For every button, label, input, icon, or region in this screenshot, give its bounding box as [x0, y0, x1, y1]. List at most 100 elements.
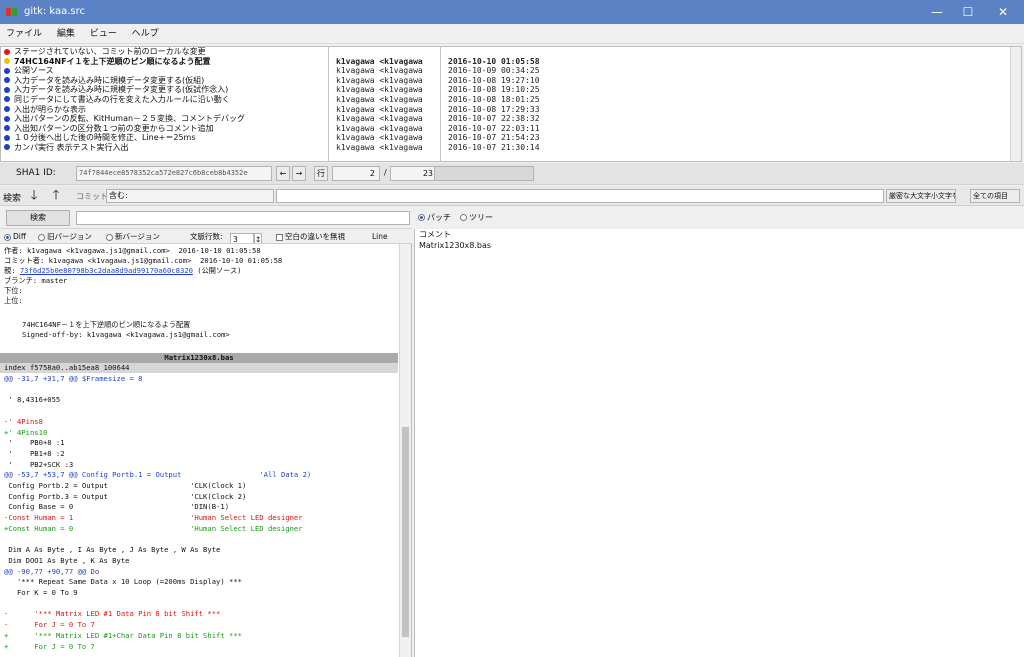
- diff-label: Diff: [13, 232, 27, 241]
- spin-arrows-icon[interactable]: ↕: [254, 233, 262, 243]
- file-list: コメント Matrix1230x8.bas: [414, 229, 1024, 657]
- diff-search-input[interactable]: [76, 211, 410, 225]
- window-title: gitk: kaa.src: [24, 6, 86, 17]
- parent-note: (公開ソース): [197, 266, 242, 275]
- commit-dot-icon: [4, 86, 10, 93]
- ignore-whitespace-label: 空白の違いを無視: [285, 232, 345, 241]
- search-button[interactable]: 検索: [6, 210, 70, 226]
- gitk-app-icon: [6, 8, 17, 16]
- diff-line: Dim A As Byte , I As Byte , J As Byte , …: [4, 545, 221, 555]
- commit-date: 2016-10-08 18:01:25: [448, 94, 540, 104]
- radio-icon: [4, 233, 11, 241]
- radio-icon: [460, 214, 467, 221]
- file-list-header: パッチ ツリー: [414, 207, 1024, 229]
- old-version-radio[interactable]: 旧バージョン: [38, 231, 92, 242]
- commit-list-scrollbar[interactable]: [1010, 47, 1021, 161]
- commit-date: 2016-10-08 19:27:10: [448, 75, 540, 85]
- menu-view[interactable]: ビュー: [84, 24, 123, 44]
- total-rows: 23: [390, 166, 438, 181]
- line-mode-select[interactable]: Line: [372, 231, 388, 242]
- commit-branch: ブランチ: master: [4, 276, 68, 285]
- diff-line: ' 8,4316+055: [4, 395, 61, 405]
- commit-date: 2016-10-07 22:03:11: [448, 123, 540, 133]
- commit-row[interactable]: 同じデータにして書込みの行を変えた入力ルールに沿い動く: [1, 95, 328, 105]
- commit-date-column[interactable]: 2016-10-10 01:05:58 2016-10-09 00:34:25 20…: [445, 47, 1011, 161]
- patch-radio[interactable]: パッチ: [418, 212, 451, 223]
- commit-row[interactable]: 入力データを読み込み時に規模データ変更する(仮組): [1, 76, 328, 86]
- menu-edit[interactable]: 編集: [51, 24, 81, 44]
- minimize-icon[interactable]: —: [920, 0, 954, 24]
- diff-search-bar: 検索: [0, 207, 412, 229]
- diff-pane[interactable]: 作者: k1vagawa <k1vagawa.js1@gmail.com> 20…: [0, 244, 412, 657]
- commit-date: 2016-10-09 00:34:25: [448, 66, 540, 76]
- commit-row[interactable]: 入力データを読み込み時に規模データ変更する(仮試作念入): [1, 85, 328, 95]
- close-icon[interactable]: ✕: [986, 0, 1020, 24]
- commit-author: k1vagawa <k1vagawa: [336, 85, 423, 95]
- back-button[interactable]: ←: [276, 166, 290, 181]
- context-value[interactable]: 3: [230, 233, 254, 243]
- diff-scrollbar-thumb[interactable]: [402, 427, 409, 637]
- new-version-radio[interactable]: 新バージョン: [106, 231, 160, 242]
- commit-date: 2016-10-10 01:05:58: [448, 56, 540, 66]
- commit-row[interactable]: ステージされていない、コミット前のローカルな変更: [1, 47, 328, 57]
- commit-subject: 入出パターンの反転、KitHuman－２５変換、コメントデバッグ: [14, 114, 246, 124]
- find-mode-select[interactable]: 含む:: [106, 189, 274, 203]
- find-input[interactable]: [276, 189, 884, 203]
- commit-date: [445, 47, 1011, 57]
- forward-button[interactable]: →: [292, 166, 306, 181]
- commit-subject-column[interactable]: ステージされていない、コミット前のローカルな変更 74HC164NFイ１を上下逆順…: [1, 47, 329, 161]
- tree-radio[interactable]: ツリー: [460, 212, 493, 223]
- commit-subject: 公開ソース: [14, 66, 54, 76]
- commit-subject: １０分後へ出した後の時間を修正、Line+＝25ms: [14, 133, 196, 143]
- commit-row[interactable]: 入出が明らかな表示: [1, 105, 328, 115]
- radio-icon: [418, 214, 425, 221]
- commit-dot-icon: [4, 67, 10, 74]
- commit-row[interactable]: 入出知パターンの区分数１つ前の変更からコメント追加: [1, 124, 328, 134]
- commit-subject: 入出が明らかな表示: [14, 104, 86, 114]
- commit-subject: ステージされていない、コミット前のローカルな変更: [14, 47, 206, 56]
- commit-row[interactable]: カンパ実行 表示テスト実行入出: [1, 143, 328, 153]
- diff-line: - '*** Matrix LED #1 Data Pin 8 bit Shif…: [4, 609, 221, 619]
- row-separator: /: [384, 168, 387, 177]
- diff-options: Diff 旧バージョン 新バージョン 文脈行数: 3 ↕ 空白の違いを無視 Lin…: [0, 229, 412, 244]
- commit-author: k1vagawa <k1vagawa: [336, 104, 423, 114]
- radio-icon: [106, 233, 113, 241]
- progress-bar: [434, 166, 534, 181]
- sha-field[interactable]: 74f7844ece8578352ca572e827c6b8ceb8b4352e: [76, 166, 272, 181]
- file-item-comment[interactable]: コメント: [419, 230, 451, 240]
- parent-sha-link[interactable]: 73f6d25b0e80798b3c2daa8d9ad99170a60c8320: [20, 266, 193, 275]
- commit-subject: 入出知パターンの区分数１つ前の変更からコメント追加: [14, 123, 214, 133]
- ignore-whitespace-checkbox[interactable]: 空白の違いを無視: [276, 231, 345, 242]
- commit-dot-icon: [4, 58, 10, 65]
- current-row[interactable]: 2: [332, 166, 380, 181]
- menu-file[interactable]: ファイル: [0, 24, 48, 44]
- find-label: 検索: [3, 194, 22, 204]
- fields-option-select[interactable]: 全ての項目: [970, 189, 1020, 203]
- commit-author: k1vagawa <k1vagawa: [336, 75, 423, 85]
- diff-line: ' PB1+8 :2: [4, 448, 65, 458]
- case-option-select[interactable]: 厳密な大文字小文字を: [886, 189, 956, 203]
- context-spinbox[interactable]: 3 ↕: [230, 231, 262, 243]
- commit-row[interactable]: 公開ソース: [1, 66, 328, 76]
- commit-dot-icon: [4, 115, 10, 122]
- commit-row[interactable]: １０分後へ出した後の時間を修正、Line+＝25ms: [1, 133, 328, 143]
- file-item[interactable]: Matrix1230x8.bas: [419, 241, 491, 251]
- diff-scrollbar[interactable]: [399, 244, 411, 657]
- diff-mode-radio[interactable]: Diff: [4, 231, 26, 242]
- diff-line: +' 4Pins10: [4, 427, 48, 437]
- menu-bar: ファイル 編集 ビュー ヘルプ: [0, 24, 1024, 44]
- checkbox-icon: [276, 233, 283, 241]
- arrow-up-icon[interactable]: 🡑: [48, 188, 64, 204]
- arrow-down-icon[interactable]: 🡓: [26, 188, 42, 204]
- commit-dot-icon: [4, 125, 10, 132]
- commit-date: 2016-10-08 17:29:33: [448, 104, 540, 114]
- commit-row[interactable]: 74HC164NFイ１を上下逆順のピン順になるよう配置: [1, 57, 328, 67]
- commit-author: 作者: k1vagawa <k1vagawa.js1@gmail.com> 20…: [4, 246, 261, 255]
- maximize-icon[interactable]: ☐: [951, 0, 985, 24]
- menu-help[interactable]: ヘルプ: [126, 24, 165, 44]
- commit-author-column[interactable]: k1vagawa <k1vagawa k1vagawa <k1vagawa k1va…: [333, 47, 441, 161]
- commit-row[interactable]: 入出パターンの反転、KitHuman－２５変換、コメントデバッグ: [1, 114, 328, 124]
- sha-label: SHA1 ID:: [16, 168, 56, 178]
- commit-subject: カンパ実行 表示テスト実行入出: [14, 142, 129, 152]
- commit-date: 2016-10-07 21:30:14: [448, 142, 540, 152]
